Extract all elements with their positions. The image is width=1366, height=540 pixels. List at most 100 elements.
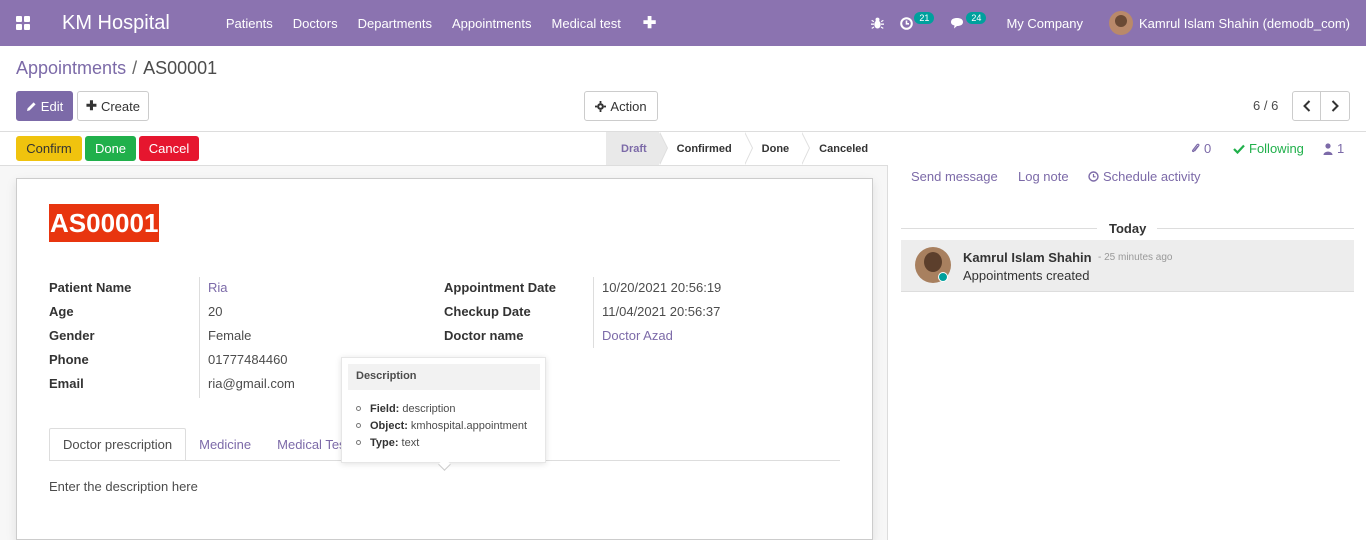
tooltip-value: kmhospital.appointment: [410, 419, 528, 432]
edit-label: Edit: [40, 98, 64, 114]
breadcrumb-current: AS00001: [143, 58, 218, 78]
tooltip-item: Object: kmhospital.appointment: [356, 417, 527, 434]
tab-medicine[interactable]: Medicine: [186, 428, 264, 461]
tooltip-key: Field:: [370, 402, 400, 415]
label-checkup-date: Checkup Date: [444, 304, 531, 319]
create-label: Create: [100, 98, 140, 114]
tooltip-key: Type:: [370, 436, 399, 449]
patient-name-value[interactable]: Ria: [208, 280, 228, 295]
pager-buttons: [1292, 91, 1350, 121]
attachments-button[interactable]: 0: [1191, 141, 1211, 156]
activities-button[interactable]: 21: [892, 0, 942, 46]
action-label: Action: [610, 98, 647, 114]
appointment-date-value: 10/20/2021 20:56:19: [602, 280, 722, 295]
stage-draft[interactable]: Draft: [606, 132, 668, 165]
date-separator-line: [1157, 228, 1354, 229]
message-author[interactable]: Kamrul Islam Shahin: [963, 250, 1092, 265]
schedule-activity-button[interactable]: Schedule activity: [1088, 169, 1201, 184]
activities-badge: 21: [914, 12, 935, 24]
message-body: Appointments created: [963, 268, 1090, 283]
record-title: AS00001: [49, 204, 160, 242]
debug-icon[interactable]: [863, 0, 892, 46]
following-label: Following: [1249, 141, 1304, 156]
tooltip-title: Description: [348, 364, 540, 390]
pager-value[interactable]: 6 / 6: [1253, 98, 1278, 113]
messages-badge: 24: [966, 12, 987, 24]
bullet-icon: [356, 440, 361, 445]
tooltip-item: Field: description: [356, 400, 527, 417]
chevron-left-icon: [1302, 100, 1311, 112]
label-age: Age: [49, 304, 74, 319]
user-avatar: [1109, 11, 1134, 35]
menu-doctors[interactable]: Doctors: [283, 0, 348, 46]
user-icon: [1323, 142, 1333, 155]
following-button[interactable]: Following: [1233, 141, 1304, 156]
label-gender: Gender: [49, 328, 95, 343]
bullet-icon: [356, 406, 361, 411]
tooltip-value: text: [401, 436, 420, 449]
company-switcher[interactable]: My Company: [994, 16, 1095, 31]
pager-previous-button[interactable]: [1292, 91, 1321, 121]
gender-value: Female: [208, 328, 252, 343]
label-appointment-date: Appointment Date: [444, 280, 556, 295]
menu-appointments[interactable]: Appointments: [442, 0, 542, 46]
label-email: Email: [49, 376, 84, 391]
notebook-tabs: Doctor prescription Medicine Medical Tes: [49, 428, 359, 461]
date-separator: Today: [1109, 221, 1147, 236]
breadcrumb-appointments[interactable]: Appointments: [16, 58, 126, 78]
label-phone: Phone: [49, 352, 89, 367]
done-button[interactable]: Done: [85, 136, 136, 161]
confirm-button[interactable]: Confirm: [16, 136, 82, 161]
menu-patients[interactable]: Patients: [216, 0, 283, 46]
breadcrumb: Appointments / AS00001: [16, 58, 217, 79]
doctor-name-value[interactable]: Doctor Azad: [602, 328, 673, 343]
log-note-button[interactable]: Log note: [1018, 169, 1069, 184]
clock-icon: [900, 16, 914, 30]
paperclip-icon: [1191, 142, 1200, 155]
stage-pipeline: Draft Confirmed Done Canceled: [606, 132, 880, 165]
add-menu-icon[interactable]: ✚: [631, 13, 668, 33]
age-value: 20: [208, 304, 223, 319]
pager-next-button[interactable]: [1321, 91, 1350, 121]
clock-icon: [1088, 171, 1099, 182]
stage-confirmed[interactable]: Confirmed: [659, 132, 753, 165]
messages-button[interactable]: 24: [942, 0, 994, 46]
tab-doctor-prescription[interactable]: Doctor prescription: [49, 428, 187, 461]
user-name: Kamrul Islam Shahin (demodb_com): [1139, 15, 1350, 31]
stage-canceled[interactable]: Canceled: [801, 132, 880, 165]
send-message-button[interactable]: Send message: [911, 169, 998, 184]
apps-menu-icon[interactable]: [0, 0, 46, 46]
cancel-button[interactable]: Cancel: [139, 136, 199, 161]
create-button[interactable]: ✚ Create: [77, 91, 149, 121]
chevron-right-icon: [1331, 100, 1339, 112]
chatter-message: Kamrul Islam Shahin - 25 minutes ago App…: [901, 240, 1354, 292]
tooltip-item: Type: text: [356, 434, 527, 451]
top-navbar: KM Hospital Patients Doctors Departments…: [0, 0, 1366, 46]
left-group-divider: [199, 277, 200, 398]
form-statusbar: Confirm Done Cancel Draft Confirmed Done…: [0, 132, 888, 166]
action-button[interactable]: Action: [584, 91, 658, 121]
menu-departments[interactable]: Departments: [348, 0, 442, 46]
tooltip-key: Object:: [370, 419, 408, 432]
checkup-date-value: 11/04/2021 20:56:37: [602, 304, 721, 319]
phone-value: 01777484460: [208, 352, 288, 367]
description-field[interactable]: Enter the description here: [49, 479, 198, 494]
bullet-icon: [356, 423, 361, 428]
app-brand[interactable]: KM Hospital: [62, 12, 170, 35]
user-menu[interactable]: Kamrul Islam Shahin (demodb_com): [1095, 11, 1366, 35]
date-separator-line: [901, 228, 1097, 229]
breadcrumb-separator: /: [132, 58, 138, 78]
menu-medical-test[interactable]: Medical test: [542, 0, 631, 46]
field-tooltip: Description Field: description Object: kmh…: [341, 357, 546, 471]
chat-icon: [950, 17, 965, 30]
attachments-count: 0: [1204, 141, 1212, 156]
schedule-activity-label: Schedule activity: [1103, 169, 1201, 184]
check-icon: [1233, 144, 1245, 154]
message-time: - 25 minutes ago: [1098, 252, 1173, 263]
followers-count: 1: [1337, 141, 1345, 156]
gear-icon: [595, 100, 607, 112]
right-group-divider: [593, 277, 594, 348]
followers-button[interactable]: 1: [1323, 141, 1344, 156]
edit-button[interactable]: Edit: [16, 91, 73, 121]
pencil-icon: [26, 101, 37, 112]
